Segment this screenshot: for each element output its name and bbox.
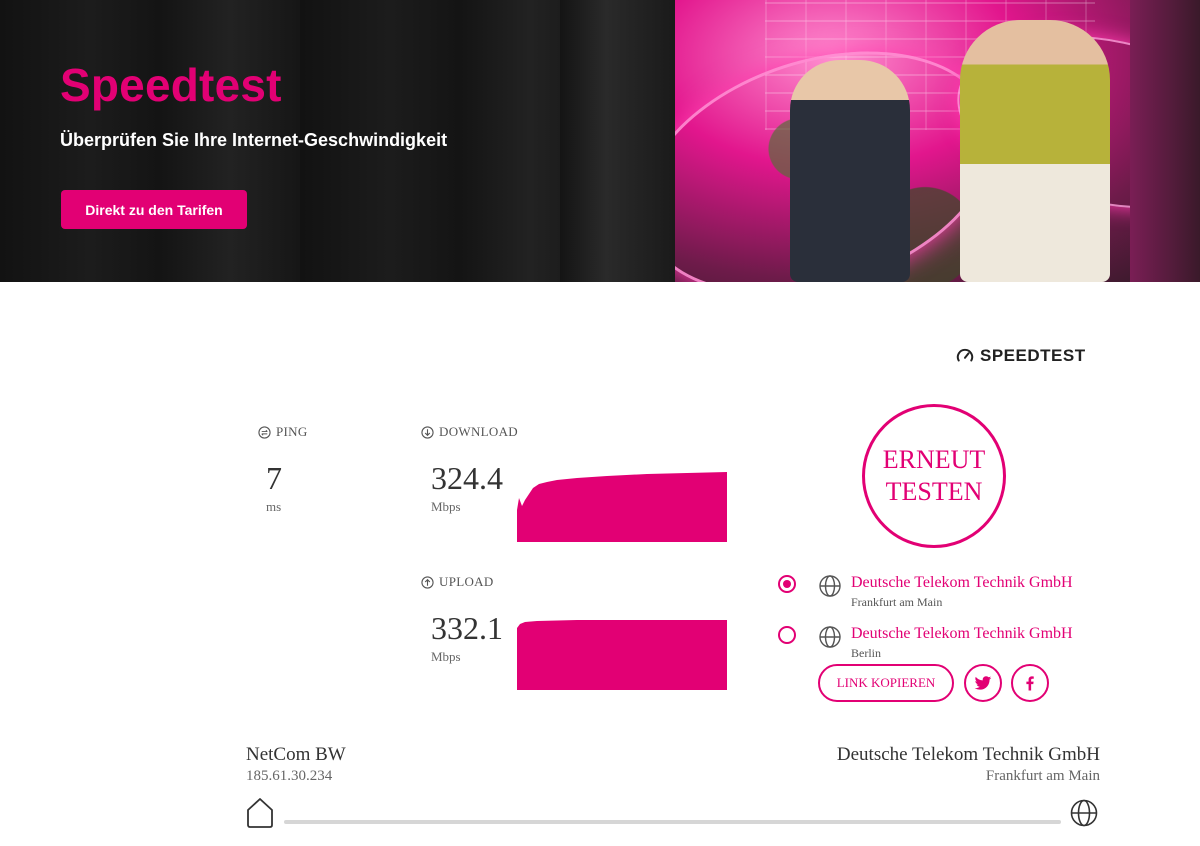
- hero-person-right: [960, 20, 1110, 282]
- isp-name: NetCom BW: [246, 744, 346, 765]
- hero-person-left: [790, 60, 910, 282]
- ping-icon: [258, 425, 271, 439]
- download-graph: [517, 472, 727, 542]
- isp-ip-address: 185.61.30.234: [246, 768, 333, 784]
- retest-button[interactable]: ERNEUT TESTEN: [862, 404, 1006, 548]
- page-title: Speedtest: [60, 59, 282, 111]
- hero-door-frame: [560, 0, 675, 282]
- hero-banner: Speedtest Überprüfen Sie Ihre Internet-G…: [0, 0, 1200, 282]
- server-city: Berlin: [851, 646, 881, 660]
- upload-arrow-icon: [421, 575, 434, 589]
- ping-value: 7: [266, 460, 282, 496]
- server-radio[interactable]: [778, 626, 796, 644]
- tariffs-button[interactable]: Direkt zu den Tarifen: [61, 190, 247, 229]
- hero-photo: [675, 0, 1200, 282]
- home-icon: [247, 798, 273, 828]
- upload-value: 332.1: [431, 610, 503, 646]
- ping-label: PING: [276, 424, 308, 439]
- facebook-share-button[interactable]: [1011, 664, 1049, 702]
- connection-line: [284, 820, 1061, 824]
- retest-line2: TESTEN: [885, 477, 983, 506]
- speedtest-logo-text: SPEEDTEST: [980, 346, 1086, 365]
- server-radio-selected[interactable]: [778, 575, 796, 593]
- server-globe-icon: [1070, 799, 1098, 827]
- globe-icon: [819, 575, 841, 597]
- server-city: Frankfurt am Main: [851, 595, 943, 609]
- page-subtitle: Überprüfen Sie Ihre Internet-Geschwindig…: [60, 130, 448, 150]
- server-name: Deutsche Telekom Technik GmbH: [851, 625, 1073, 642]
- copy-link-button[interactable]: LINK KOPIEREN: [818, 664, 954, 702]
- server-name: Deutsche Telekom Technik GmbH: [851, 574, 1073, 591]
- upload-header: UPLOAD: [421, 574, 494, 590]
- gauge-icon: [956, 348, 974, 362]
- upload-graph: [517, 620, 727, 690]
- host-name: Deutsche Telekom Technik GmbH: [836, 744, 1100, 765]
- globe-icon: [819, 626, 841, 648]
- speedtest-logo[interactable]: SPEEDTEST: [956, 345, 1086, 367]
- download-arrow-icon: [421, 425, 434, 439]
- twitter-share-button[interactable]: [964, 664, 1002, 702]
- upload-unit: Mbps: [431, 649, 461, 664]
- ping-unit: ms: [266, 499, 282, 514]
- retest-line1: ERNEUT: [882, 444, 986, 474]
- host-city: Frankfurt am Main: [985, 768, 1100, 784]
- twitter-icon: [974, 676, 992, 690]
- download-label: DOWNLOAD: [439, 424, 518, 439]
- ping-header: PING: [258, 424, 308, 440]
- facebook-icon: [1026, 676, 1034, 691]
- upload-label: UPLOAD: [439, 574, 494, 589]
- download-unit: Mbps: [431, 499, 461, 514]
- download-value: 324.4: [431, 460, 503, 496]
- download-header: DOWNLOAD: [421, 424, 518, 440]
